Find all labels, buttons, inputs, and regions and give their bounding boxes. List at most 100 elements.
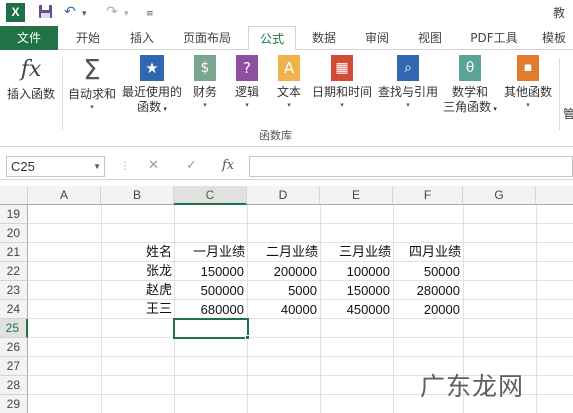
cell-b21[interactable]: 姓名 [101, 243, 174, 262]
recently-used-label-2: 函数 [137, 100, 162, 114]
cell-d22[interactable]: 200000 [247, 262, 320, 281]
redo-dropdown-icon[interactable]: ▾ [124, 6, 129, 22]
cell-b24[interactable]: 王三 [101, 300, 174, 319]
logical-label: 逻辑 [234, 85, 259, 99]
cell-e22[interactable]: 100000 [320, 262, 393, 281]
logical-button[interactable]: ? 逻辑 ▾ [230, 55, 264, 110]
text-label: 文本 [276, 85, 301, 99]
tab-home[interactable]: 开始 [66, 26, 110, 50]
row-header-29[interactable]: 29 [0, 395, 28, 413]
column-header-h[interactable] [536, 186, 573, 205]
name-box[interactable]: C25 ▼ [6, 156, 105, 177]
cell-b22[interactable]: 张龙 [101, 262, 174, 281]
excel-window: { "app":{"logo":"X","title_fragment":"教"… [0, 0, 573, 413]
quick-access-toolbar: X ↶ ▾ ↷ ▾ ≡ 教 [0, 0, 573, 26]
tab-data[interactable]: 数据 [303, 26, 345, 50]
cell-d23[interactable]: 5000 [247, 281, 320, 300]
autosum-label: 自动求和 [67, 87, 116, 101]
enter-icon[interactable]: ✓ [186, 157, 197, 175]
gridline [28, 223, 573, 224]
cell-f22[interactable]: 50000 [393, 262, 463, 281]
cell-b23[interactable]: 赵虎 [101, 281, 174, 300]
chevron-down-icon: ▾ [526, 101, 530, 109]
tab-templates[interactable]: 模板 [534, 26, 573, 50]
tab-page-layout[interactable]: 页面布局 [174, 26, 240, 50]
star-icon: ★ [140, 55, 164, 81]
cell-f24[interactable]: 20000 [393, 300, 463, 319]
undo-icon[interactable]: ↶ [64, 4, 76, 20]
column-header-a[interactable]: A [28, 186, 101, 205]
column-header-d[interactable]: D [247, 186, 320, 205]
date-time-label: 日期和时间 [311, 85, 372, 99]
cell-d24[interactable]: 40000 [247, 300, 320, 319]
magnifier-icon: ⌕ [397, 55, 419, 81]
cell-c21[interactable]: 一月业绩 [174, 243, 247, 262]
tab-review[interactable]: 审阅 [356, 26, 398, 50]
separator [559, 58, 560, 130]
lookup-reference-label: 查找与引用 [377, 85, 438, 99]
row-header-20[interactable]: 20 [0, 224, 28, 243]
insert-function-label: 插入函数 [6, 87, 55, 101]
row-header-23[interactable]: 23 [0, 281, 28, 300]
gridline [28, 356, 573, 357]
chevron-down-icon: ▾ [340, 101, 344, 109]
financial-button[interactable]: $ 财务 ▾ [188, 55, 222, 110]
column-header-b[interactable]: B [101, 186, 174, 205]
insert-function-icon[interactable]: fx [222, 157, 234, 175]
formula-input[interactable] [249, 156, 573, 177]
sigma-icon: Σ [83, 53, 101, 86]
customize-icon[interactable]: ≡ [146, 6, 154, 22]
more-functions-button[interactable]: ▪ 其他函数 ▾ [500, 55, 556, 110]
cell-e23[interactable]: 150000 [320, 281, 393, 300]
row-header-24[interactable]: 24 [0, 300, 28, 319]
fill-handle[interactable] [245, 335, 250, 340]
recently-used-button[interactable]: ★ 最近使用的 函数 ▾ [120, 55, 184, 117]
chevron-down-icon: ▾ [287, 101, 291, 109]
drag-handle-icon[interactable]: ⋮ [120, 158, 130, 176]
row-header-25[interactable]: 25 [0, 319, 28, 338]
column-header-c[interactable]: C [174, 186, 247, 205]
text-button[interactable]: A 文本 ▾ [272, 55, 306, 110]
undo-dropdown-icon[interactable]: ▾ [82, 6, 87, 22]
tab-file[interactable]: 文件 [0, 26, 58, 50]
autosum-button[interactable]: Σ 自动求和 ▾ [66, 55, 118, 112]
chevron-down-icon[interactable]: ▼ [93, 157, 101, 176]
column-header-g[interactable]: G [463, 186, 536, 205]
cell-d21[interactable]: 二月业绩 [247, 243, 320, 262]
row-header-21[interactable]: 21 [0, 243, 28, 262]
row-header-19[interactable]: 19 [0, 205, 28, 224]
row-header-28[interactable]: 28 [0, 376, 28, 395]
cell-f21[interactable]: 四月业绩 [393, 243, 463, 262]
math-trig-button[interactable]: θ 数学和 三角函数 ▾ [442, 55, 498, 117]
lookup-reference-button[interactable]: ⌕ 查找与引用 ▾ [376, 55, 440, 110]
cancel-icon[interactable]: ✕ [148, 157, 159, 175]
redo-icon[interactable]: ↷ [106, 4, 118, 20]
cell-e21[interactable]: 三月业绩 [320, 243, 393, 262]
cell-c24[interactable]: 680000 [174, 300, 247, 319]
recently-used-label: 最近使用的 [121, 85, 182, 99]
cell-f23[interactable]: 280000 [393, 281, 463, 300]
chevron-down-icon: ▾ [203, 101, 207, 109]
insert-function-button[interactable]: fx 插入函数 [3, 55, 59, 102]
name-manager-button[interactable]: 管 [563, 107, 573, 122]
tab-formulas[interactable]: 公式 [248, 26, 296, 51]
name-manager-label: 管 [563, 107, 573, 121]
theta-icon: θ [459, 55, 481, 81]
column-header-e[interactable]: E [320, 186, 393, 205]
separator [62, 58, 63, 130]
tab-insert[interactable]: 插入 [120, 26, 164, 50]
cell-e24[interactable]: 450000 [320, 300, 393, 319]
cell-c22[interactable]: 150000 [174, 262, 247, 281]
tab-view[interactable]: 视图 [409, 26, 451, 50]
calendar-icon: ▦ [331, 55, 353, 81]
tab-pdf-tools[interactable]: PDF工具 [462, 26, 526, 50]
cell-c23[interactable]: 500000 [174, 281, 247, 300]
select-all-corner[interactable] [0, 186, 28, 205]
selected-cell-c25[interactable] [173, 318, 249, 339]
date-time-button[interactable]: ▦ 日期和时间 ▾ [310, 55, 374, 110]
save-icon[interactable] [38, 4, 53, 23]
row-header-26[interactable]: 26 [0, 338, 28, 357]
row-header-27[interactable]: 27 [0, 357, 28, 376]
row-header-22[interactable]: 22 [0, 262, 28, 281]
column-header-f[interactable]: F [393, 186, 463, 205]
